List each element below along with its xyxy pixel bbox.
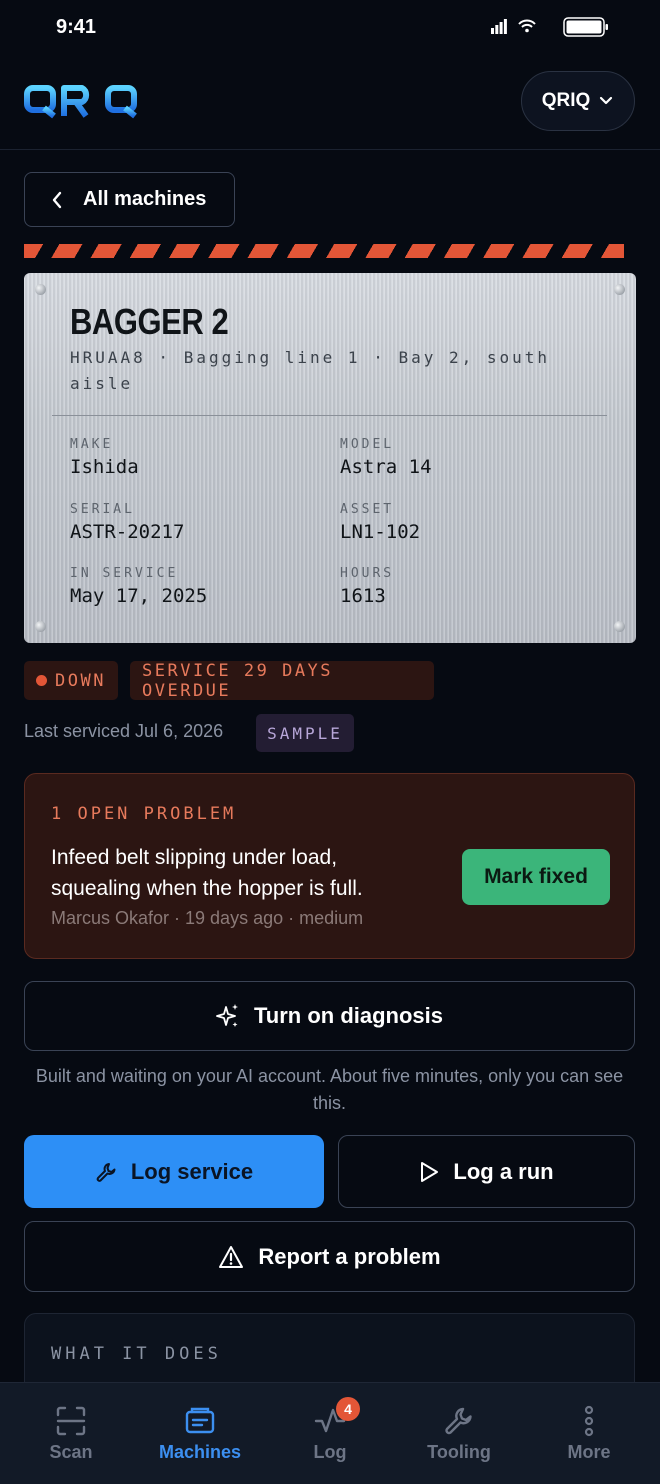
spec-value: Ishida (70, 456, 139, 478)
wrench-icon (96, 1162, 116, 1182)
spec-value: May 17, 2025 (70, 585, 208, 607)
screw-icon (35, 284, 46, 295)
spec-value: Astra 14 (340, 456, 432, 478)
service-overdue-badge: SERVICE 29 DAYS OVERDUE (130, 660, 434, 701)
wrench-icon (445, 1407, 472, 1435)
spec-serial: SERIAL ASTR-20217 (70, 502, 184, 543)
sparkle-icon (216, 1004, 238, 1027)
chevron-down-icon (600, 96, 613, 105)
bottom-tab-bar: Scan Machines 4 Log Tooling More (0, 1382, 660, 1484)
status-bar: 9:41 (0, 0, 660, 56)
log-service-button[interactable]: Log service (24, 1135, 324, 1208)
spec-value: LN1-102 (340, 521, 421, 543)
diagnosis-button-label: Turn on diagnosis (253, 1003, 444, 1028)
tab-label: Tooling (427, 1442, 491, 1462)
status-dot-icon (36, 675, 47, 686)
warning-icon (219, 1245, 244, 1268)
machine-nameplate: BAGGER 2 HRUAA8 · Bagging line 1 · Bay 2… (24, 273, 636, 643)
divider (52, 415, 607, 416)
spec-label: ASSET (340, 502, 395, 517)
service-overdue-text: SERVICE 29 DAYS OVERDUE (142, 660, 334, 701)
spec-in-service: IN SERVICE May 17, 2025 (70, 566, 207, 607)
wifi-icon (518, 19, 536, 33)
hazard-stripe (24, 244, 624, 258)
screw-icon (614, 621, 625, 632)
spec-label: MAKE (70, 437, 114, 452)
spec-value: 1613 (340, 585, 386, 607)
org-switcher-button[interactable]: QRIQ (521, 71, 635, 131)
status-badge-down: DOWN (24, 661, 118, 700)
tab-log[interactable]: 4 Log (289, 1383, 371, 1484)
machine-name: BAGGER 2 (70, 301, 229, 342)
spec-value: ASTR-20217 (70, 521, 185, 543)
tab-scan[interactable]: Scan (30, 1383, 112, 1484)
spec-asset: ASSET LN1-102 (340, 502, 420, 543)
spec-label: MODEL (340, 437, 395, 452)
open-problem-card: 1 OPEN PROBLEM Infeed belt slipping unde… (24, 773, 635, 959)
app-header: QRIQ (0, 56, 660, 150)
sample-tag: SAMPLE (256, 714, 354, 752)
spec-hours: HOURS 1613 (340, 566, 394, 607)
problem-heading: 1 OPEN PROBLEM (51, 804, 237, 824)
signal-icon (491, 19, 507, 34)
more-icon (584, 1405, 594, 1437)
spec-model: MODEL Astra 14 (340, 437, 432, 478)
screw-icon (35, 621, 46, 632)
last-serviced-text: Last serviced Jul 6, 2026 (24, 721, 224, 741)
screw-icon (614, 284, 625, 295)
back-to-machines-button[interactable]: All machines (24, 172, 235, 227)
play-icon (421, 1161, 439, 1182)
mark-fixed-button[interactable]: Mark fixed (462, 849, 610, 905)
tab-label: More (567, 1442, 611, 1462)
battery-icon (563, 17, 608, 37)
tab-tooling[interactable]: Tooling (418, 1383, 500, 1484)
report-problem-label: Report a problem (258, 1243, 441, 1269)
problem-meta: Marcus Okafor · 19 days ago · medium (51, 908, 364, 928)
org-label: QRIQ (541, 90, 591, 111)
log-service-label: Log service (130, 1158, 254, 1184)
spec-label: IN SERVICE (70, 566, 179, 581)
status-time: 9:41 (56, 16, 97, 38)
tab-label: Machines (158, 1442, 242, 1462)
report-problem-button[interactable]: Report a problem (24, 1221, 635, 1292)
spec-make: MAKE Ishida (70, 437, 139, 478)
tab-label: Scan (49, 1442, 93, 1462)
machine-subtitle: HRUAA8 · Bagging line 1 · Bay 2, south a… (70, 348, 551, 393)
scan-icon (56, 1406, 86, 1436)
turn-on-diagnosis-button[interactable]: Turn on diagnosis (24, 981, 635, 1051)
log-run-label: Log a run (453, 1158, 554, 1184)
spec-label: SERIAL (70, 502, 135, 517)
log-count-badge: 4 (336, 1397, 360, 1421)
what-it-does-heading: WHAT IT DOES (51, 1344, 222, 1364)
log-run-button[interactable]: Log a run (338, 1135, 635, 1208)
machines-icon (185, 1407, 215, 1434)
back-label: All machines (83, 188, 207, 210)
chevron-left-icon (52, 191, 62, 208)
tab-machines[interactable]: Machines (150, 1383, 250, 1484)
problem-description: Infeed belt slipping under load, squeali… (51, 846, 363, 900)
qriq-logo (24, 85, 137, 119)
spec-label: HOURS (340, 566, 395, 581)
status-state: DOWN (55, 670, 106, 691)
diagnosis-note: Built and waiting on your AI account. Ab… (35, 1066, 624, 1113)
tab-label: Log (313, 1442, 347, 1462)
tab-more[interactable]: More (548, 1383, 630, 1484)
